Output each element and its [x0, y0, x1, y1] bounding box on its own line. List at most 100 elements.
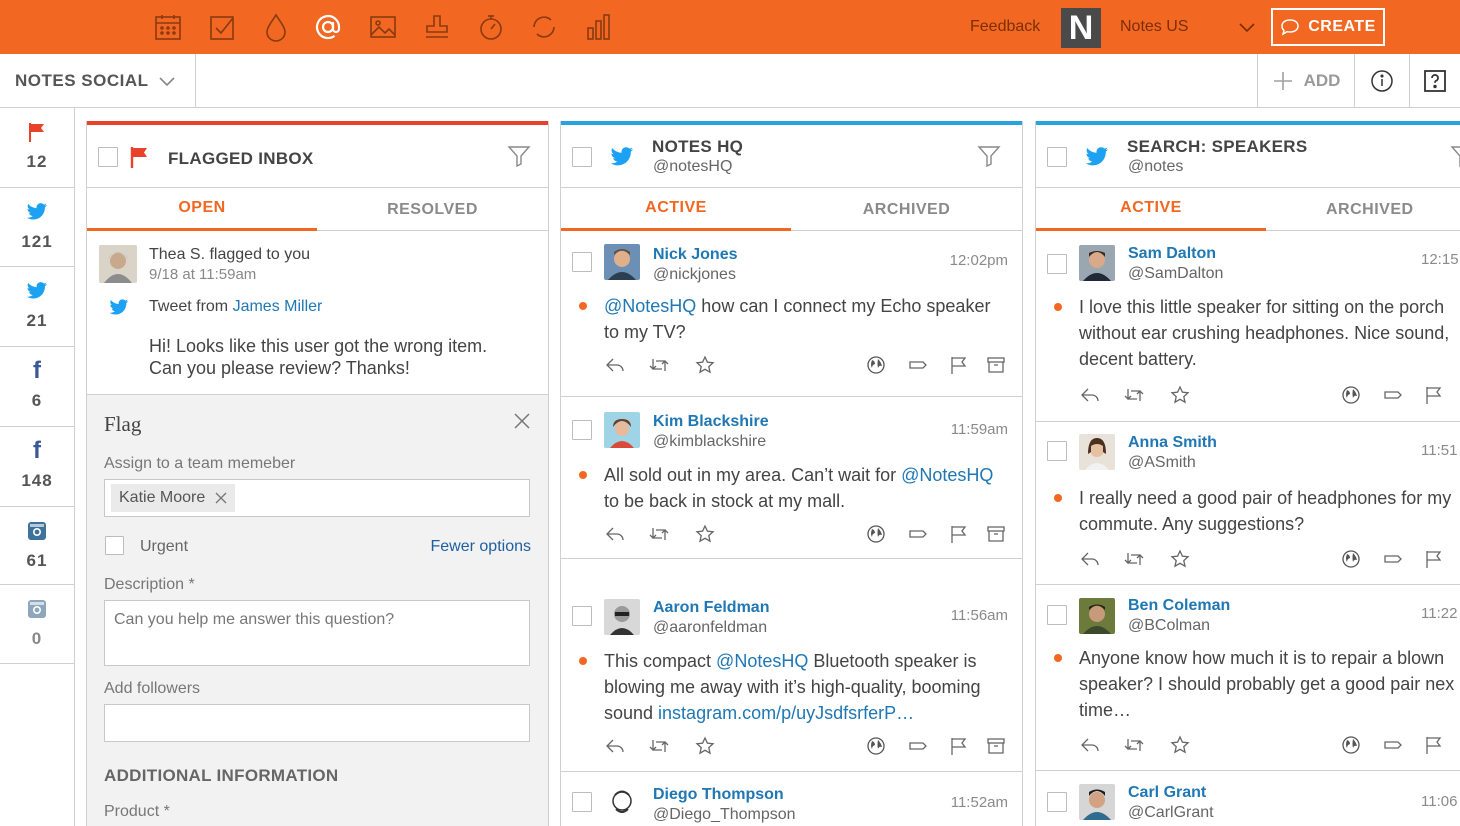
favorite-icon[interactable]	[1169, 734, 1191, 756]
archive-icon[interactable]	[985, 354, 1007, 376]
urgent-checkbox[interactable]	[105, 536, 124, 555]
tweet-checkbox[interactable]	[1047, 792, 1067, 812]
tab-archived[interactable]: ARCHIVED	[791, 188, 1022, 231]
select-all-checkbox[interactable]	[572, 147, 592, 167]
feedback-link[interactable]: Feedback	[970, 18, 1040, 36]
flag-outline-icon[interactable]	[1423, 384, 1445, 406]
tag-icon[interactable]	[907, 523, 929, 545]
reply-icon[interactable]	[1079, 734, 1101, 756]
refresh-icon[interactable]	[527, 10, 561, 44]
tag-icon[interactable]	[1382, 384, 1404, 406]
retweet-icon[interactable]	[1123, 734, 1145, 756]
image-icon[interactable]	[366, 10, 400, 44]
stamp-icon[interactable]	[420, 10, 454, 44]
tweet-author[interactable]: Ben Coleman	[1128, 597, 1230, 615]
filter-icon[interactable]	[977, 144, 1001, 168]
tab-active[interactable]: ACTIVE	[561, 188, 791, 231]
tweet-link[interactable]: instagram.com/p/uyJsdfsrferP…	[658, 703, 914, 723]
favorite-icon[interactable]	[694, 354, 716, 376]
fewer-options-link[interactable]: Fewer options	[431, 538, 532, 556]
create-button[interactable]: CREATE	[1271, 8, 1385, 46]
tweet-card[interactable]: Diego Thompson @Diego_Thompson 11:52am	[561, 772, 1022, 826]
rail-item-facebook[interactable]: f 6	[0, 347, 74, 427]
tab-open[interactable]: OPEN	[87, 188, 317, 231]
at-icon[interactable]	[311, 10, 345, 44]
globe-icon[interactable]	[1340, 384, 1362, 406]
account-selector-label[interactable]: Notes US	[1120, 18, 1188, 36]
tweet-checkbox[interactable]	[572, 606, 592, 626]
tweet-author[interactable]: Aaron Feldman	[653, 599, 769, 617]
tweet-card[interactable]: Sam Dalton @SamDalton 12:15 I love this …	[1036, 231, 1460, 422]
tweet-checkbox[interactable]	[572, 420, 592, 440]
globe-icon[interactable]	[865, 354, 887, 376]
filter-icon[interactable]	[507, 144, 531, 168]
mention-link[interactable]: @NotesHQ	[901, 465, 993, 485]
flag-outline-icon[interactable]	[1423, 734, 1445, 756]
tweet-card[interactable]: Aaron Feldman @aaronfeldman 11:56am This…	[561, 559, 1022, 772]
drop-icon[interactable]	[259, 10, 293, 44]
archive-icon[interactable]	[985, 523, 1007, 545]
tweet-author[interactable]: Diego Thompson	[653, 786, 784, 804]
tab-active[interactable]: ACTIVE	[1036, 188, 1266, 231]
tag-icon[interactable]	[907, 735, 929, 757]
tag-icon[interactable]	[1382, 734, 1404, 756]
add-column-button[interactable]: ADD	[1257, 54, 1354, 108]
assignee-field[interactable]: Katie Moore	[104, 479, 530, 517]
retweet-icon[interactable]	[648, 354, 670, 376]
rail-item-instagram[interactable]: 0	[0, 585, 74, 664]
mention-link[interactable]: @NotesHQ	[716, 651, 808, 671]
reply-icon[interactable]	[1079, 548, 1101, 570]
tab-archived[interactable]: ARCHIVED	[1266, 188, 1460, 231]
globe-icon[interactable]	[865, 735, 887, 757]
reply-icon[interactable]	[604, 354, 626, 376]
rail-item-twitter[interactable]: 121	[0, 188, 74, 267]
workspace-selector[interactable]: NOTES SOCIAL	[0, 54, 196, 108]
stopwatch-icon[interactable]	[474, 10, 508, 44]
tweet-card[interactable]: Ben Coleman @BColman 11:22 Anyone know h…	[1036, 585, 1460, 771]
tweet-author[interactable]: Sam Dalton	[1128, 245, 1216, 263]
reply-icon[interactable]	[604, 523, 626, 545]
retweet-icon[interactable]	[648, 523, 670, 545]
flag-outline-icon[interactable]	[948, 523, 970, 545]
favorite-icon[interactable]	[1169, 548, 1191, 570]
tweet-card[interactable]: Carl Grant @CarlGrant 11:06	[1036, 771, 1460, 826]
flagged-item[interactable]: Thea S. flagged to you 9/18 at 11:59am T…	[87, 231, 548, 394]
globe-icon[interactable]	[1340, 734, 1362, 756]
tweet-card[interactable]: Kim Blackshire @kimblackshire 11:59am Al…	[561, 397, 1022, 559]
rail-item-flagged[interactable]: 12	[0, 108, 74, 188]
tweet-checkbox[interactable]	[1047, 605, 1067, 625]
bar-chart-icon[interactable]	[582, 10, 616, 44]
tweet-card[interactable]: Anna Smith @ASmith 11:51 I really need a…	[1036, 422, 1460, 585]
retweet-icon[interactable]	[648, 735, 670, 757]
tweet-author[interactable]: Carl Grant	[1128, 784, 1206, 802]
tag-icon[interactable]	[907, 354, 929, 376]
tweet-source-user[interactable]: James Miller	[233, 298, 323, 315]
calendar-icon[interactable]	[151, 10, 185, 44]
archive-icon[interactable]	[985, 735, 1007, 757]
tweet-checkbox[interactable]	[572, 792, 592, 812]
checkbox-icon[interactable]	[205, 10, 239, 44]
reply-icon[interactable]	[604, 735, 626, 757]
rail-item-instagram[interactable]: 61	[0, 507, 74, 585]
favorite-icon[interactable]	[694, 735, 716, 757]
retweet-icon[interactable]	[1123, 548, 1145, 570]
tweet-checkbox[interactable]	[1047, 441, 1067, 461]
tweet-author[interactable]: Anna Smith	[1128, 434, 1217, 452]
description-field[interactable]: Can you help me answer this question?	[104, 600, 530, 666]
retweet-icon[interactable]	[1123, 384, 1145, 406]
followers-field[interactable]	[104, 704, 530, 742]
rail-item-facebook[interactable]: f 148	[0, 427, 74, 507]
help-button[interactable]	[1409, 54, 1460, 108]
flag-outline-icon[interactable]	[948, 354, 970, 376]
favorite-icon[interactable]	[1169, 384, 1191, 406]
reply-icon[interactable]	[1079, 384, 1101, 406]
tweet-author[interactable]: Kim Blackshire	[653, 413, 769, 431]
tweet-checkbox[interactable]	[572, 252, 592, 272]
globe-icon[interactable]	[1340, 548, 1362, 570]
select-all-checkbox[interactable]	[98, 147, 118, 167]
globe-icon[interactable]	[865, 523, 887, 545]
tweet-card[interactable]: Nick Jones @nickjones 12:02pm @NotesHQ h…	[561, 231, 1022, 397]
tweet-checkbox[interactable]	[1047, 254, 1067, 274]
flag-outline-icon[interactable]	[948, 735, 970, 757]
favorite-icon[interactable]	[694, 523, 716, 545]
